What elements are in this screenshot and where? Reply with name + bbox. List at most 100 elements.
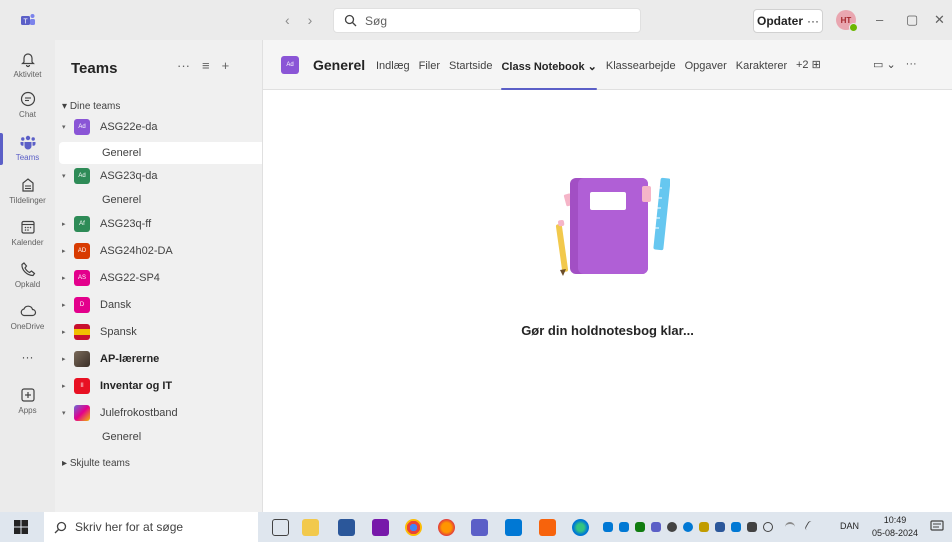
cloud-icon	[20, 305, 36, 317]
chevron-right-icon[interactable]: ▸	[62, 382, 70, 390]
section-my-teams[interactable]: ▾ Dine teams	[62, 101, 120, 112]
more-options-icon[interactable]: ···	[177, 58, 190, 73]
tab-grades[interactable]: Karakterer	[736, 60, 787, 90]
rail-item-assignments[interactable]: Tildelinger	[0, 176, 55, 205]
team-name: ASG23q-ff	[100, 218, 152, 230]
chevron-right-icon[interactable]: ▸	[62, 328, 70, 336]
apps-icon	[20, 388, 35, 402]
word-icon[interactable]	[338, 519, 355, 536]
rail-item-calls[interactable]: Opkald	[0, 260, 55, 289]
team-avatar: Ad	[74, 168, 90, 184]
chevron-right-icon[interactable]: ▸	[62, 355, 70, 363]
onenote-icon[interactable]	[372, 519, 389, 536]
tab-class-notebook[interactable]: Class Notebook ⌄	[501, 60, 598, 90]
team-row[interactable]: ▾ Ad ASG22e-da	[55, 115, 262, 139]
team-row[interactable]: ▸ Spansk	[55, 320, 262, 344]
channel-item-general[interactable]: Generel	[59, 189, 262, 211]
chevron-down-icon[interactable]: ▾	[62, 172, 70, 180]
language-indicator[interactable]: DAN	[840, 521, 859, 531]
avatar[interactable]: HT	[836, 10, 858, 32]
bluetooth-icon[interactable]	[731, 522, 741, 532]
chevron-right-icon: ▸	[62, 458, 70, 469]
task-view-icon[interactable]	[272, 519, 289, 536]
team-row[interactable]: ▾ Ad ASG23q-da	[55, 164, 262, 188]
team-avatar: D	[74, 297, 90, 313]
system-clock[interactable]: 10:49 05-08-2024	[872, 514, 918, 540]
chrome-icon[interactable]	[405, 519, 422, 536]
forward-icon[interactable]: ›	[308, 12, 313, 28]
edge-icon[interactable]	[572, 519, 589, 536]
tray-app-icon[interactable]	[635, 522, 645, 532]
team-row[interactable]: ▸ Af ASG23q-ff	[55, 212, 262, 236]
close-button[interactable]: ✕	[934, 12, 945, 28]
section-hidden-teams[interactable]: ▸ Skjulte teams	[62, 458, 130, 469]
calendar-icon	[20, 220, 35, 234]
tab-posts[interactable]: Indlæg	[376, 60, 410, 90]
maximize-button[interactable]: ▢	[906, 12, 918, 28]
update-label: Opdater	[756, 14, 803, 28]
team-row[interactable]: ▾ Julefrokostband	[55, 401, 262, 425]
update-button[interactable]: Opdater ···	[753, 9, 823, 33]
wifi-icon[interactable]	[785, 522, 795, 532]
rail-item-calendar[interactable]: Kalender	[0, 218, 55, 247]
filter-icon[interactable]: ≡	[202, 58, 210, 73]
rail-more-button[interactable]: ···	[0, 350, 55, 364]
notification-icon[interactable]	[930, 519, 944, 533]
team-row[interactable]: ▸ II Inventar og IT	[55, 374, 262, 398]
tab-files[interactable]: Filer	[419, 60, 440, 90]
tab-assignments[interactable]: Opgaver	[685, 60, 727, 90]
team-name: ASG22e-da	[100, 121, 158, 133]
tray-app-icon[interactable]	[667, 522, 677, 532]
outlook-icon[interactable]	[505, 519, 522, 536]
search-input[interactable]: Søg	[333, 8, 641, 33]
back-icon[interactable]: ‹	[285, 12, 290, 28]
video-call-icon[interactable]: ▭ ⌄	[873, 58, 896, 71]
tray-app-icon[interactable]	[699, 522, 709, 532]
team-row[interactable]: ▸ AP-lærerne	[55, 347, 262, 371]
battery-icon[interactable]	[747, 522, 757, 532]
header-actions: ▭ ⌄ ···	[873, 58, 917, 71]
rail-item-chat[interactable]: Chat	[0, 90, 55, 119]
spain-flag-icon	[74, 324, 90, 340]
tabs-more-button[interactable]: +2 ⊞	[796, 58, 821, 71]
onedrive-tray-icon[interactable]	[683, 522, 693, 532]
os-taskbar: Skriv her for at søge DAN 10:49 05-08-20…	[0, 512, 952, 542]
app-icon[interactable]	[539, 519, 556, 536]
tray-app-icon[interactable]	[651, 522, 661, 532]
team-name: Julefrokostband	[100, 407, 178, 419]
firefox-icon[interactable]	[438, 519, 455, 536]
team-row[interactable]: ▸ D Dansk	[55, 293, 262, 317]
nav-arrows: ‹ ›	[285, 12, 312, 28]
presence-available-icon	[849, 23, 858, 32]
teams-taskbar-icon[interactable]	[471, 519, 488, 536]
windows-start-icon[interactable]	[14, 520, 28, 534]
channel-item-general[interactable]: Generel	[59, 142, 262, 164]
tray-app-icon[interactable]	[603, 522, 613, 532]
chevron-right-icon[interactable]: ▸	[62, 301, 70, 309]
chevron-right-icon[interactable]: ▸	[62, 220, 70, 228]
rail-item-activity[interactable]: Aktivitet	[0, 50, 55, 79]
chevron-down-icon[interactable]: ▾	[62, 409, 70, 417]
tab-home[interactable]: Startside	[449, 60, 492, 90]
volume-icon[interactable]	[763, 522, 773, 532]
channel-tabs: Indlæg Filer Startside Class Notebook ⌄ …	[376, 60, 796, 90]
team-photo-icon	[74, 351, 90, 367]
team-row[interactable]: ▸ AD ASG24h02-DA	[55, 239, 262, 263]
rail-item-apps[interactable]: Apps	[0, 386, 55, 415]
channel-item-general[interactable]: Generel	[59, 426, 262, 448]
rail-item-teams[interactable]: Teams	[0, 133, 55, 162]
taskbar-search-input[interactable]: Skriv her for at søge	[44, 512, 258, 542]
file-explorer-icon[interactable]	[302, 519, 319, 536]
add-icon[interactable]: +	[222, 58, 230, 73]
more-options-icon[interactable]: ···	[906, 58, 917, 71]
minimize-button[interactable]: –	[876, 12, 883, 27]
tray-app-icon[interactable]	[715, 522, 725, 532]
chevron-down-icon[interactable]: ▾	[62, 123, 70, 131]
rail-item-onedrive[interactable]: OneDrive	[0, 302, 55, 331]
tab-classwork[interactable]: Klassearbejde	[606, 60, 676, 90]
team-row[interactable]: ▸ AS ASG22-SP4	[55, 266, 262, 290]
tray-app-icon[interactable]	[619, 522, 629, 532]
chevron-right-icon[interactable]: ▸	[62, 274, 70, 282]
pen-icon[interactable]	[804, 520, 818, 534]
chevron-right-icon[interactable]: ▸	[62, 247, 70, 255]
